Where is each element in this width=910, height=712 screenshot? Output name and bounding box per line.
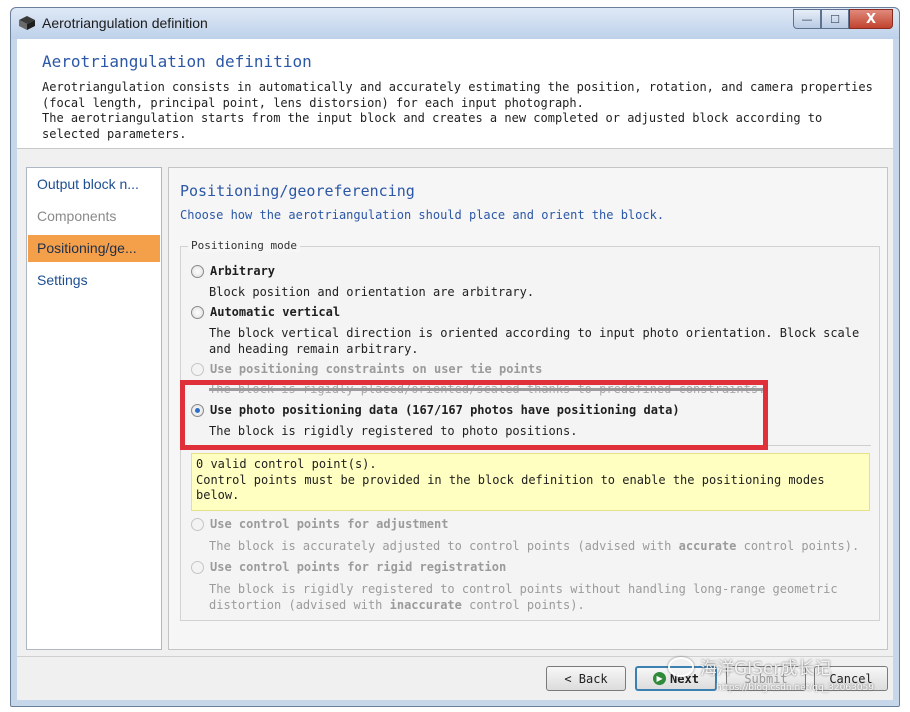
option-description: The block is rigidly registered to contr… <box>209 582 838 612</box>
arrow-right-icon: ▶ <box>653 672 667 685</box>
watermark-url: https://blog.csdn.net/qq_32063059 <box>716 683 875 693</box>
wechat-icon <box>668 656 694 677</box>
radio-automatic-vertical[interactable]: Automatic vertical <box>191 305 340 319</box>
option-label: Use control points for rigid registratio… <box>210 560 507 574</box>
watermark: 海洋GISer成长记 <box>668 654 831 679</box>
radio-icon <box>191 264 204 278</box>
option-label: Automatic vertical <box>210 305 341 319</box>
option-label: Use control points for adjustment <box>210 517 449 531</box>
panel-title: Positioning/georeferencing <box>180 182 415 200</box>
warning-line-2: Control points must be provided in the b… <box>196 472 825 503</box>
back-button[interactable]: < Back <box>546 666 626 691</box>
sidebar-item-output-block[interactable]: Output block n... <box>28 171 160 198</box>
radio-control-points-adjustment[interactable]: Use control points for adjustment <box>191 517 448 531</box>
title-bar[interactable]: Aerotriangulation definition — ☐ X <box>11 8 899 39</box>
sidebar-item-settings[interactable]: Settings <box>28 267 160 294</box>
control-points-warning: 0 valid control point(s). Control points… <box>191 453 870 511</box>
window-controls: — ☐ X <box>793 9 893 29</box>
maximize-button[interactable]: ☐ <box>821 9 849 29</box>
header-section: Aerotriangulation definition Aerotriangu… <box>17 39 893 149</box>
minimize-button[interactable]: — <box>793 9 821 29</box>
option-description: Block position and orientation are arbit… <box>209 285 535 299</box>
wizard-sidebar: Output block n... Components Positioning… <box>26 167 162 650</box>
dialog-content: Aerotriangulation definition Aerotriangu… <box>17 39 893 700</box>
app-logo-icon <box>19 16 35 30</box>
group-label: Positioning mode <box>188 239 300 252</box>
window-title: Aerotriangulation definition <box>42 15 208 31</box>
annotation-highlight-box <box>180 380 768 450</box>
dialog-window: Aerotriangulation definition — ☐ X Aerot… <box>10 7 900 707</box>
sidebar-item-positioning[interactable]: Positioning/ge... <box>28 235 160 262</box>
radio-user-tie-points[interactable]: Use positioning constraints on user tie … <box>191 362 542 376</box>
radio-control-points-rigid[interactable]: Use control points for rigid registratio… <box>191 560 506 574</box>
option-description: The block vertical direction is oriented… <box>209 326 860 356</box>
option-description: The block is accurately adjusted to cont… <box>209 539 860 553</box>
sidebar-item-components[interactable]: Components <box>28 203 160 230</box>
option-label: Use positioning constraints on user tie … <box>210 362 543 376</box>
header-title: Aerotriangulation definition <box>42 52 312 71</box>
radio-icon <box>191 560 204 574</box>
radio-icon <box>191 362 204 376</box>
radio-icon <box>191 517 204 531</box>
warning-line-1: 0 valid control point(s). <box>196 457 377 471</box>
option-label: Arbitrary <box>210 264 276 278</box>
close-button[interactable]: X <box>849 9 893 29</box>
panel-subtitle: Choose how the aerotriangulation should … <box>180 208 665 222</box>
radio-arbitrary[interactable]: Arbitrary <box>191 264 275 278</box>
header-description: Aerotriangulation consists in automatica… <box>42 80 873 141</box>
radio-icon <box>191 305 204 319</box>
